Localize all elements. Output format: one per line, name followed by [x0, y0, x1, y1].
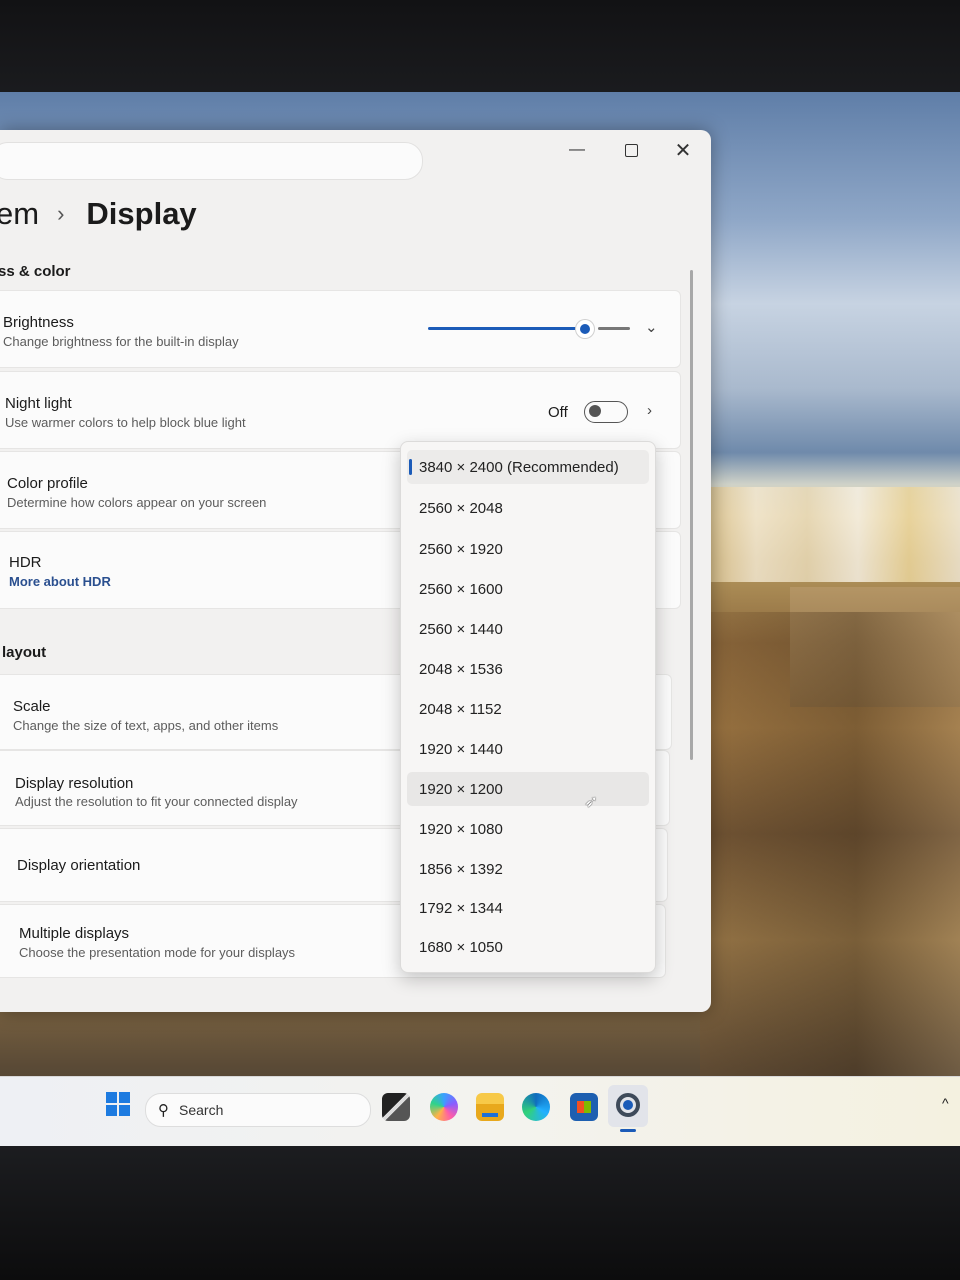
- page-title: Display: [86, 196, 197, 231]
- night-light-state: Off: [548, 404, 568, 421]
- minimize-button[interactable]: —: [562, 138, 592, 162]
- resolution-option[interactable]: 2048 × 1152: [407, 692, 649, 726]
- scale-title: Scale: [13, 698, 51, 715]
- wallpaper-town: [705, 487, 960, 582]
- file-explorer-icon[interactable]: [476, 1093, 504, 1121]
- maximize-icon: [624, 143, 638, 157]
- scale-subtitle: Change the size of text, apps, and other…: [13, 718, 279, 733]
- night-light-toggle[interactable]: [584, 401, 628, 423]
- display-orientation-title: Display orientation: [17, 857, 141, 874]
- resolution-option[interactable]: 1792 × 1344: [407, 891, 649, 925]
- taskbar: ⚲ Search ^: [0, 1076, 960, 1149]
- multiple-displays-title: Multiple displays: [19, 925, 130, 942]
- color-profile-title: Color profile: [7, 475, 88, 492]
- display-resolution-title: Display resolution: [15, 775, 134, 792]
- resolution-option[interactable]: 1920 × 1200: [407, 772, 649, 806]
- brightness-slider-thumb[interactable]: [576, 320, 594, 338]
- mouse-cursor-icon: ➶: [584, 792, 599, 811]
- brightness-subtitle: Change brightness for the built-in displ…: [3, 334, 239, 349]
- brightness-title: Brightness: [3, 314, 74, 331]
- store-icon[interactable]: [570, 1093, 598, 1121]
- taskbar-search[interactable]: ⚲ Search: [145, 1093, 371, 1127]
- section-layout: layout: [2, 644, 47, 661]
- settings-icon: [616, 1093, 640, 1117]
- resolution-option[interactable]: 2560 × 1600: [407, 572, 649, 606]
- display-resolution-subtitle: Adjust the resolution to fit your connec…: [15, 794, 298, 809]
- section-brightness-color: ss & color: [0, 263, 71, 280]
- settings-taskbar-button[interactable]: [608, 1085, 648, 1127]
- chevron-right-icon: ›: [57, 201, 65, 226]
- brightness-slider-track[interactable]: [598, 327, 630, 330]
- resolution-option[interactable]: 2560 × 1920: [407, 532, 649, 566]
- night-light-subtitle: Use warmer colors to help block blue lig…: [5, 415, 246, 430]
- maximize-button[interactable]: [616, 138, 646, 162]
- close-button[interactable]: ✕: [668, 138, 698, 162]
- resolution-option[interactable]: 3840 × 2400 (Recommended): [407, 450, 649, 484]
- resolution-option[interactable]: 1920 × 1440: [407, 732, 649, 766]
- resolution-option[interactable]: 2048 × 1536: [407, 652, 649, 686]
- breadcrumb-parent[interactable]: em: [0, 196, 39, 232]
- multiple-displays-subtitle: Choose the presentation mode for your di…: [19, 945, 296, 960]
- copilot-icon[interactable]: [430, 1093, 458, 1121]
- resolution-option[interactable]: 2560 × 1440: [407, 612, 649, 646]
- resolution-option[interactable]: 1680 × 1050: [407, 930, 649, 964]
- resolution-option[interactable]: 1856 × 1392: [407, 852, 649, 886]
- color-profile-subtitle: Determine how colors appear on your scre…: [7, 495, 267, 510]
- monitor-bezel-bottom: [0, 1146, 960, 1280]
- chevron-right-icon: ›: [647, 402, 652, 419]
- active-app-indicator: [620, 1129, 636, 1132]
- taskbar-search-label: Search: [179, 1102, 224, 1118]
- settings-search-input[interactable]: [0, 142, 423, 180]
- brightness-slider-fill: [428, 327, 576, 330]
- task-view-icon[interactable]: [382, 1093, 410, 1121]
- hdr-more-link[interactable]: More about HDR: [9, 574, 111, 589]
- breadcrumb: em › Display: [0, 196, 197, 232]
- monitor-bezel-top: [0, 0, 960, 100]
- night-light-card[interactable]: Night light Use warmer colors to help bl…: [0, 371, 681, 449]
- resolution-option[interactable]: 2560 × 2048: [407, 491, 649, 525]
- brightness-card: Brightness Change brightness for the bui…: [0, 290, 681, 368]
- tray-chevron-up-icon[interactable]: ^: [942, 1095, 949, 1111]
- resolution-option[interactable]: 1920 × 1080: [407, 812, 649, 846]
- night-light-title: Night light: [5, 395, 72, 412]
- chevron-down-icon[interactable]: ⌄: [645, 318, 658, 336]
- settings-scrollbar[interactable]: [690, 270, 693, 760]
- search-icon: ⚲: [158, 1102, 169, 1119]
- windows-start-icon[interactable]: [106, 1092, 130, 1116]
- edge-icon[interactable]: [522, 1093, 550, 1121]
- hdr-title: HDR: [9, 554, 42, 571]
- resolution-dropdown-list: 3840 × 2400 (Recommended) 2560 × 2048 2560…: [400, 441, 656, 973]
